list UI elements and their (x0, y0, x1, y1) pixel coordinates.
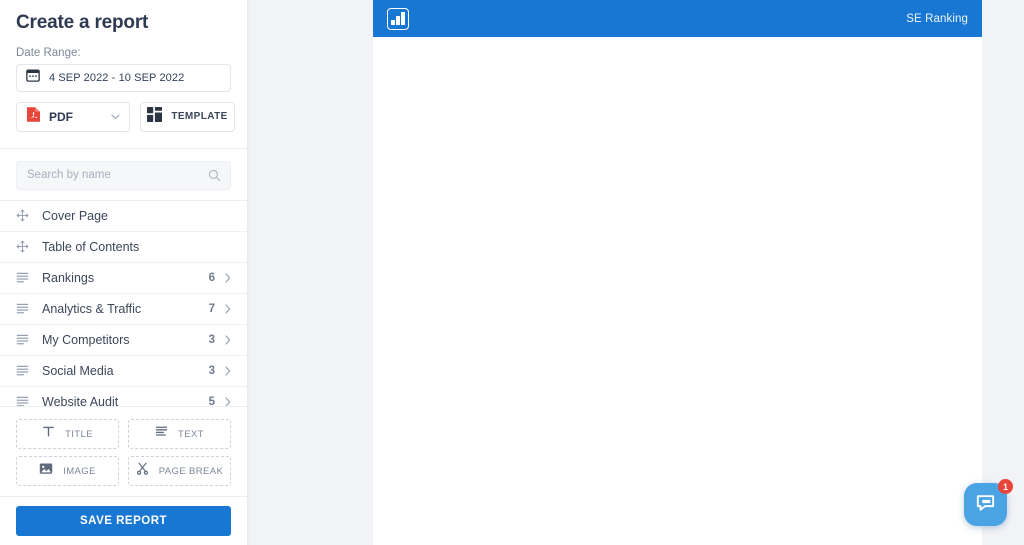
template-button[interactable]: TEMPLATE (140, 101, 235, 132)
date-range-label: Date Range: (16, 47, 81, 59)
insert-text-label: TEXT (178, 428, 204, 440)
title-t-icon (42, 425, 55, 443)
save-report-button[interactable]: SAVE REPORT (16, 506, 231, 536)
list-item-label: Website Audit (42, 394, 119, 406)
report-preview-canvas: SE Ranking (248, 0, 1024, 545)
list-item-count: 5 (208, 395, 215, 406)
search-box[interactable] (16, 160, 231, 190)
chat-unread-badge: 1 (998, 479, 1013, 494)
list-item[interactable]: Cover Page (0, 201, 247, 232)
scissors-icon (136, 462, 149, 480)
list-item[interactable]: My Competitors 3 (0, 325, 247, 356)
report-document-page: SE Ranking (373, 0, 982, 545)
list-item-count: 3 (208, 333, 215, 346)
chevron-right-icon[interactable] (225, 396, 231, 406)
list-item[interactable]: Social Media 3 (0, 356, 247, 387)
save-section: SAVE REPORT (0, 496, 247, 545)
chevron-down-icon (111, 112, 120, 122)
list-item-label: Social Media (42, 363, 114, 378)
grid-layout-icon (147, 106, 163, 127)
bar-chart-logo-icon (387, 7, 409, 30)
date-range-field[interactable]: 4 SEP 2022 - 10 SEP 2022 (16, 64, 231, 92)
insert-title-label: TITLE (65, 428, 93, 440)
list-item-count: 7 (208, 302, 215, 315)
chevron-right-icon[interactable] (225, 272, 231, 283)
chevron-right-icon[interactable] (225, 303, 231, 314)
search-icon[interactable] (208, 169, 221, 187)
image-icon (39, 462, 53, 480)
format-and-template-row: PDF TEMPLATE (16, 101, 235, 132)
insert-page-break-button[interactable]: PAGE BREAK (128, 456, 231, 486)
list-item-label: My Competitors (42, 332, 130, 347)
search-input[interactable] (17, 161, 230, 189)
list-item[interactable]: Analytics & Traffic 7 (0, 294, 247, 325)
list-item[interactable]: Website Audit 5 (0, 387, 247, 406)
insert-elements-toolbar: TITLE TEXT IMAGE PAGE BREAK (0, 406, 247, 496)
template-button-label: TEMPLATE (171, 111, 228, 123)
text-align-icon (155, 425, 168, 443)
text-lines-icon (16, 271, 32, 284)
list-item-count: 3 (208, 364, 215, 377)
format-select[interactable]: PDF (16, 101, 130, 132)
calendar-icon (26, 68, 40, 87)
text-lines-icon (16, 395, 32, 406)
drag-move-icon[interactable] (16, 209, 32, 222)
list-item-count: 6 (208, 271, 215, 284)
list-item[interactable]: Rankings 6 (0, 263, 247, 294)
list-item-label: Cover Page (42, 208, 109, 223)
list-item-label: Analytics & Traffic (42, 301, 142, 316)
list-item-label: Rankings (42, 270, 95, 285)
text-lines-icon (16, 364, 32, 377)
format-select-label: PDF (49, 109, 73, 124)
date-range-value: 4 SEP 2022 - 10 SEP 2022 (49, 71, 185, 84)
insert-image-button[interactable]: IMAGE (16, 456, 119, 486)
chat-bubble-icon (974, 491, 997, 519)
report-builder-sidebar: Create a report Date Range: 4 SEP 2022 -… (0, 0, 248, 545)
search-section (0, 149, 247, 200)
report-sections-list: Cover Page Table of Contents Rankings 6 … (0, 199, 247, 406)
drag-move-icon[interactable] (16, 240, 32, 253)
text-lines-icon (16, 333, 32, 346)
text-lines-icon (16, 302, 32, 315)
report-document-header: SE Ranking (373, 0, 982, 37)
insert-page-break-label: PAGE BREAK (158, 465, 224, 477)
list-item-label: Table of Contents (42, 239, 140, 254)
list-item[interactable]: Table of Contents (0, 232, 247, 263)
insert-image-label: IMAGE (63, 465, 96, 477)
pdf-file-icon (26, 106, 41, 128)
brand-name: SE Ranking (906, 12, 968, 25)
page-title: Create a report (16, 12, 149, 33)
insert-text-button[interactable]: TEXT (128, 419, 231, 449)
insert-title-button[interactable]: TITLE (16, 419, 119, 449)
chevron-right-icon[interactable] (225, 334, 231, 345)
report-document-body (373, 37, 982, 545)
chevron-right-icon[interactable] (225, 365, 231, 376)
